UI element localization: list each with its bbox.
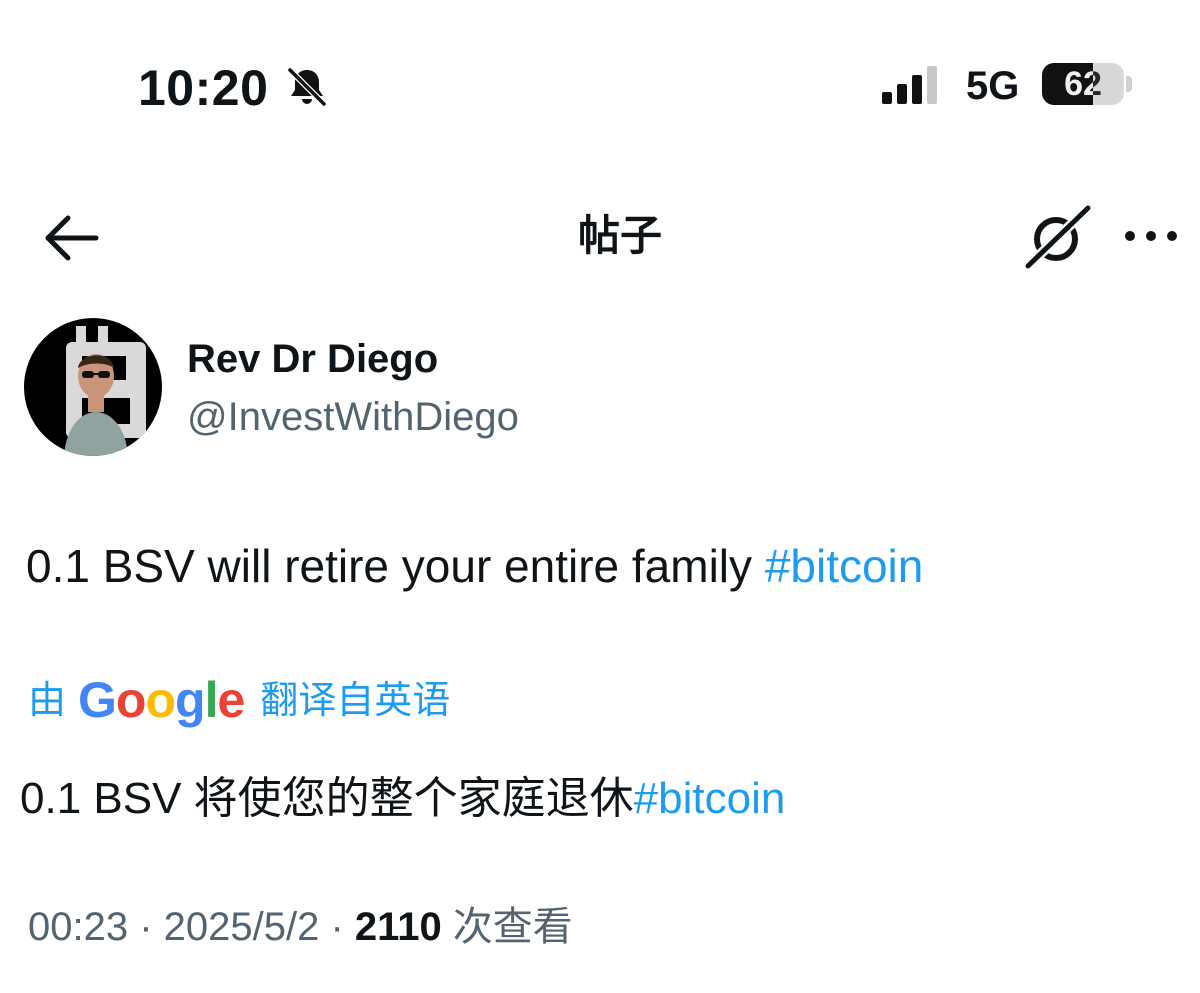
translation-attribution[interactable]: 由 Google 翻译自英语 (28, 674, 450, 726)
more-horizontal-icon[interactable] (1122, 218, 1180, 254)
author-handle[interactable]: @InvestWithDiego (187, 392, 519, 442)
bell-slash-icon (286, 66, 328, 108)
author-name[interactable]: Rev Dr Diego (187, 334, 438, 384)
grok-icon[interactable] (1022, 202, 1094, 272)
translated-hashtag-link[interactable]: #bitcoin (634, 774, 786, 823)
bitcoin-avatar-icon (24, 318, 162, 456)
translation-suffix: 翻译自英语 (260, 680, 451, 722)
translation-prefix: 由 (28, 680, 67, 722)
hashtag-link[interactable]: #bitcoin (765, 540, 924, 592)
battery-percent: 62 (1064, 65, 1102, 103)
avatar[interactable] (24, 318, 162, 456)
post-body: 0.1 BSV will retire your entire family (26, 540, 765, 592)
meta-separator: · (128, 905, 164, 949)
battery-indicator: 62 (1042, 63, 1132, 105)
cellular-signal-icon (882, 66, 937, 104)
google-logo: Google (78, 672, 245, 728)
post-meta: 00:23 · 2025/5/2 · 2110 次查看 (28, 900, 573, 954)
page-title: 帖子 (577, 212, 662, 259)
post-text: 0.1 BSV will retire your entire family #… (26, 538, 923, 594)
translated-text: 0.1 BSV 将使您的整个家庭退休#bitcoin (20, 772, 785, 826)
network-type: 5G (966, 64, 1020, 108)
status-time: 10:20 (138, 60, 269, 116)
views-label[interactable]: 次查看 (442, 905, 573, 949)
battery-cap (1126, 76, 1132, 92)
post-date: 2025/5/2 (163, 905, 320, 949)
meta-separator: · (319, 905, 355, 949)
post-time: 00:23 (28, 905, 129, 949)
translated-body: 0.1 BSV 将使您的整个家庭退休 (20, 774, 634, 823)
views-count[interactable]: 2110 (355, 905, 442, 949)
arrow-left-icon[interactable] (40, 210, 102, 266)
